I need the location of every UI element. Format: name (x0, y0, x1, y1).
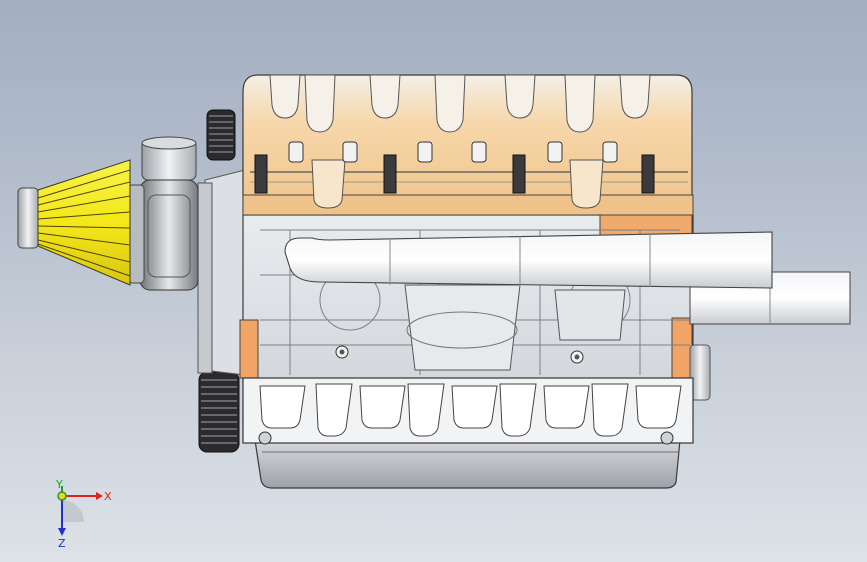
triad-y-label: Y (55, 480, 63, 491)
front-cover-plate[interactable] (197, 169, 246, 376)
triad-x-label: X (104, 490, 112, 503)
triad-z-arrow-icon (58, 528, 66, 536)
triad-plane-shade (62, 500, 84, 522)
timing-gear-upper[interactable] (206, 109, 236, 161)
triad-z-label: Z (58, 537, 66, 550)
timing-gear-lower[interactable] (198, 371, 240, 453)
orientation-triad: X Y Z (55, 480, 112, 550)
air-filter[interactable] (17, 159, 131, 286)
cylinder-head[interactable] (242, 74, 694, 216)
engine-model[interactable] (0, 0, 867, 562)
lower-crankcase[interactable] (242, 377, 694, 445)
graphics-viewport[interactable]: X Y Z (0, 0, 867, 562)
intake-elbow[interactable] (127, 136, 199, 291)
triad-origin (57, 491, 67, 501)
oil-pan[interactable] (254, 439, 681, 489)
triad-x-arrow-icon (96, 492, 103, 500)
